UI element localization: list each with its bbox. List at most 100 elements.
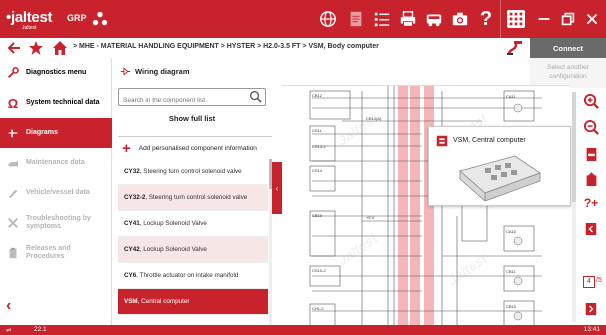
sidebar-item-vehicle-data[interactable]: Vehicle/vessel data bbox=[0, 178, 112, 208]
network-icon[interactable] bbox=[90, 9, 110, 29]
sidebar-item-diagrams[interactable]: Diagrams bbox=[0, 118, 112, 148]
search-box bbox=[118, 88, 266, 109]
select-another-configuration[interactable]: Select another configuration bbox=[530, 58, 606, 88]
help-component-icon[interactable]: ?+ bbox=[580, 192, 602, 214]
truck-icon[interactable] bbox=[424, 9, 444, 29]
add-component-info-button[interactable]: + Add personalised component information bbox=[118, 137, 268, 159]
page-total: /5 bbox=[596, 277, 602, 284]
gauge-icon bbox=[6, 186, 20, 200]
diagram-label: CS10-2 bbox=[312, 268, 326, 273]
status-bar: ⇌ 22.1 13:41 bbox=[0, 325, 606, 335]
toolbar-divider bbox=[500, 0, 501, 38]
sidebar-item-label: System technical data bbox=[26, 99, 100, 106]
usb-icon: ⇌ bbox=[6, 327, 12, 334]
sidebar-item-label: Releases and Procedures bbox=[26, 245, 71, 260]
list-item[interactable]: CY42, Lockup Solenoid Valve bbox=[118, 237, 268, 263]
sidebar-item-diagnostics[interactable]: Diagnostics menu bbox=[0, 58, 112, 88]
document-icon[interactable] bbox=[346, 9, 366, 29]
diagram-icon bbox=[6, 126, 20, 140]
sidebar-item-label: Vehicle/vessel data bbox=[26, 189, 90, 196]
breadcrumb[interactable]: > MHE - MATERIAL HANDLING EQUIPMENT > HY… bbox=[73, 43, 379, 50]
favorite-star-icon[interactable] bbox=[28, 40, 44, 56]
show-full-list-button[interactable]: Show full list bbox=[118, 114, 266, 123]
search-icon[interactable] bbox=[249, 90, 262, 108]
diagram-label: CS14 bbox=[312, 168, 323, 173]
diagram-label: CB13 bbox=[506, 304, 517, 309]
close-icon[interactable] bbox=[582, 9, 602, 29]
list-item[interactable]: CY32, Steering turn control solenoid val… bbox=[118, 159, 268, 185]
export-icon[interactable] bbox=[580, 168, 602, 190]
globe-icon[interactable] bbox=[318, 9, 338, 29]
wiring-diagram-title: Wiring diagram bbox=[120, 66, 190, 77]
sidebar-item-troubleshooting[interactable]: Troubleshooting by symptoms bbox=[0, 208, 112, 238]
watermark: Jaltest bbox=[335, 109, 382, 148]
jaltest-logo: •jaltest Jaltest bbox=[6, 9, 53, 31]
highlight-band bbox=[398, 86, 408, 325]
zoom-out-icon[interactable] bbox=[580, 116, 602, 138]
tooltip-title: VSM, Central computer bbox=[453, 137, 526, 144]
ecu-icon bbox=[435, 134, 449, 153]
sidebar: Diagnostics menu Ω System technical data… bbox=[0, 58, 112, 325]
component-image bbox=[455, 151, 545, 206]
diagram-label: CA10 bbox=[506, 229, 517, 234]
home-icon[interactable] bbox=[52, 40, 68, 56]
collapse-sidebar-icon[interactable]: ‹ bbox=[6, 297, 11, 315]
diagram-scrollbar[interactable] bbox=[572, 92, 576, 322]
clipboard-icon bbox=[6, 246, 20, 260]
diagram-label: CB11 bbox=[506, 269, 516, 274]
sidebar-item-label: Maintenance data bbox=[26, 159, 85, 166]
component-list: + Add personalised component information… bbox=[118, 136, 272, 325]
list-item[interactable]: CY32-2, Steering turn control solenoid v… bbox=[118, 185, 268, 211]
pdf-icon[interactable] bbox=[580, 143, 602, 165]
previous-page-icon[interactable] bbox=[580, 218, 602, 240]
sidebar-item-label: Diagnostics menu bbox=[26, 69, 87, 76]
list-item-selected[interactable]: VSM, Central computer bbox=[118, 289, 268, 315]
watermark: Jaltest bbox=[335, 229, 382, 268]
sidebar-item-label: Troubleshooting by symptoms bbox=[26, 215, 91, 230]
version-label: 22.1 bbox=[34, 326, 47, 333]
camera-icon[interactable] bbox=[450, 9, 470, 29]
diagram-label: +5 V bbox=[366, 215, 375, 220]
diagram-label: CB12 bbox=[312, 93, 323, 98]
minimize-icon[interactable] bbox=[534, 9, 554, 29]
watermark: Jaltest bbox=[445, 249, 492, 288]
connection-status-icon[interactable] bbox=[506, 40, 524, 56]
diagram-label: CS11 bbox=[312, 128, 322, 133]
highlight-band bbox=[410, 86, 420, 325]
wrench-icon bbox=[6, 66, 20, 80]
sidebar-item-technical-data[interactable]: Ω System technical data bbox=[0, 88, 112, 118]
help-icon[interactable]: ? bbox=[476, 8, 496, 30]
list-item[interactable]: CY41, Lockup Solenoid Valve bbox=[118, 211, 268, 237]
back-arrow-icon[interactable] bbox=[6, 40, 22, 56]
diagram-scrollbar-thumb[interactable] bbox=[572, 92, 576, 202]
sidebar-item-releases[interactable]: Releases and Procedures bbox=[0, 238, 112, 268]
restore-icon[interactable] bbox=[558, 9, 578, 29]
diagram-label: CS13-2 bbox=[312, 144, 326, 149]
diagram-label: CB10 bbox=[312, 213, 323, 218]
print-icon[interactable] bbox=[398, 9, 418, 29]
plus-icon: + bbox=[122, 139, 131, 157]
nav-bar: > MHE - MATERIAL HANDLING EQUIPMENT > HY… bbox=[0, 38, 606, 58]
top-bar: •jaltest Jaltest GRP ? bbox=[0, 0, 606, 38]
list-icon[interactable] bbox=[372, 9, 392, 29]
collapse-panel-button[interactable]: ‹ bbox=[272, 162, 282, 214]
sidebar-item-label: Diagrams bbox=[26, 129, 58, 136]
component-panel: Wiring diagram Show full list + Add pers… bbox=[112, 58, 272, 325]
add-component-label: Add personalised component information bbox=[138, 144, 257, 152]
grid-icon[interactable] bbox=[507, 10, 525, 28]
clock: 13:41 bbox=[583, 326, 600, 333]
zoom-in-icon[interactable] bbox=[580, 90, 602, 112]
tools-icon bbox=[6, 216, 20, 230]
search-input[interactable] bbox=[119, 92, 244, 109]
next-page-icon[interactable] bbox=[580, 298, 602, 320]
diagram-label: CH1-2 bbox=[312, 306, 324, 311]
list-item[interactable]: CY6, Throttle actuator on intake manifol… bbox=[118, 263, 268, 289]
sidebar-item-maintenance[interactable]: Maintenance data bbox=[0, 148, 112, 178]
grp-label: GRP bbox=[67, 13, 87, 23]
page-number-input[interactable]: 4 bbox=[583, 276, 595, 288]
component-tooltip: VSM, Central computer bbox=[428, 126, 571, 206]
connect-button[interactable]: Connect bbox=[530, 38, 606, 58]
diagram-icon bbox=[120, 67, 131, 76]
oilcan-icon bbox=[6, 156, 20, 170]
diagram-label: CA11 bbox=[506, 94, 516, 99]
